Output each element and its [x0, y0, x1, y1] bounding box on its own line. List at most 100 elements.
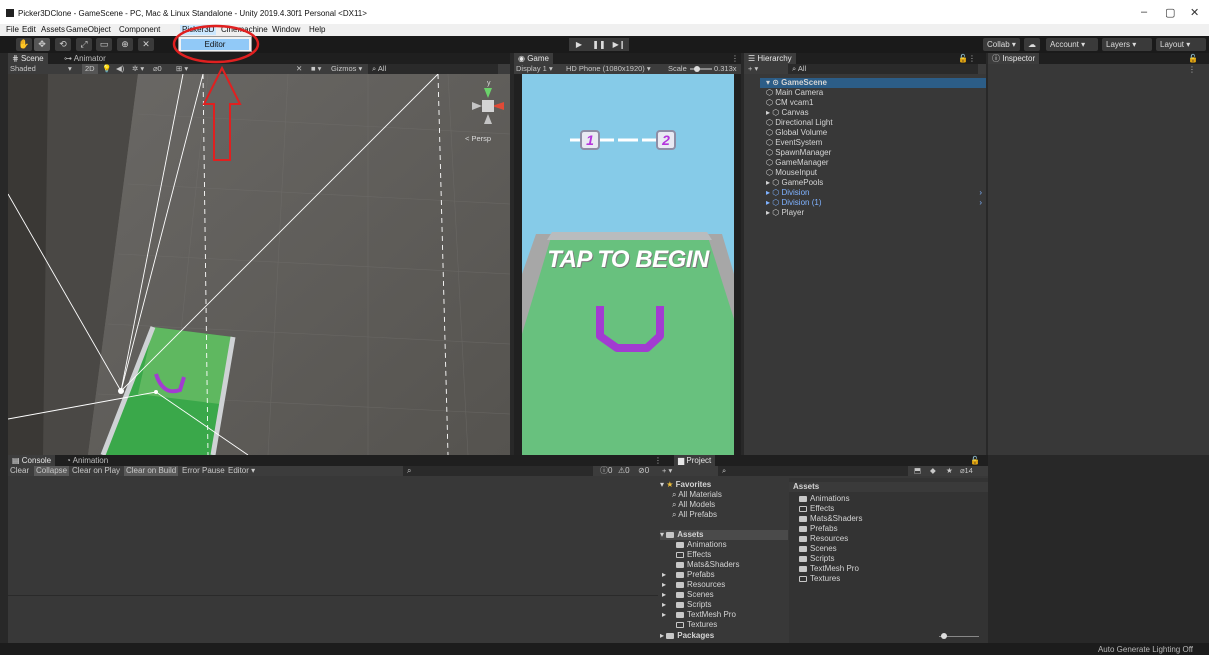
prefab-open-icon[interactable]: ›: [979, 198, 982, 208]
asset-tree-item[interactable]: Effects: [662, 550, 711, 560]
scene-root-gamescene[interactable]: ▾ ⊙ GameScene: [760, 78, 986, 88]
lighting-toggle-icon[interactable]: 💡: [102, 64, 111, 74]
orientation-gizmo-icon[interactable]: [468, 84, 508, 128]
hierarchy-item[interactable]: ⬡ EventSystem: [760, 138, 986, 148]
info-count[interactable]: ⓘ0: [598, 466, 614, 476]
gizmos-dropdown[interactable]: Gizmos ▾: [331, 64, 362, 74]
cloud-button[interactable]: ☁: [1024, 38, 1040, 51]
hand-tool-icon[interactable]: ✋: [16, 38, 32, 51]
error-pause-button[interactable]: Error Pause: [180, 466, 227, 476]
camera-icon[interactable]: ■ ▾: [311, 64, 321, 74]
rect-tool-icon[interactable]: ▭: [96, 38, 112, 51]
scene-viewport[interactable]: y < Persp: [8, 74, 510, 455]
hierarchy-item[interactable]: ⬡ Directional Light: [760, 118, 986, 128]
expand-arrow-icon[interactable]: ▸: [662, 580, 676, 590]
console-search-input[interactable]: ⌕: [403, 466, 593, 476]
tab-animation[interactable]: ◔ Animation: [62, 455, 112, 466]
project-create-button[interactable]: + ▾: [662, 466, 672, 476]
effects-toggle-icon[interactable]: ✲ ▾: [132, 64, 144, 74]
asset-tree-item[interactable]: Animations: [662, 540, 727, 550]
assets-header[interactable]: ▾ Assets: [660, 530, 788, 540]
menu-window[interactable]: Window: [270, 25, 302, 35]
pause-button[interactable]: ❚❚: [589, 38, 609, 51]
content-item[interactable]: Resources: [799, 534, 848, 544]
menu-component[interactable]: Component: [117, 25, 162, 35]
shading-mode-dropdown[interactable]: Shaded: [10, 64, 36, 74]
move-tool-icon[interactable]: ✥: [34, 38, 50, 51]
warning-count[interactable]: ⚠0: [616, 466, 632, 476]
custom-tool-icon[interactable]: ✕: [138, 38, 154, 51]
favorites-header[interactable]: ▾ ★ Favorites: [660, 480, 788, 490]
prefab-open-icon[interactable]: ›: [979, 188, 982, 198]
menu-help[interactable]: Help: [307, 25, 327, 35]
audio-toggle-icon[interactable]: ◀): [116, 64, 124, 74]
layers-dropdown[interactable]: Layers ▾: [1102, 38, 1152, 51]
content-item[interactable]: Scenes: [799, 544, 837, 554]
tab-hierarchy[interactable]: ☰ Hierarchy: [744, 53, 796, 64]
tab-project[interactable]: ▆ Project: [674, 455, 716, 466]
clear-on-play-button[interactable]: Clear on Play: [70, 466, 122, 476]
asset-tree-item[interactable]: ▸ Scripts: [662, 600, 711, 610]
project-menu-icon[interactable]: ⋮: [650, 455, 666, 466]
error-count[interactable]: ⊘0: [636, 466, 651, 476]
content-item[interactable]: Animations: [799, 494, 850, 504]
hierarchy-item[interactable]: ⬡ MouseInput: [760, 168, 986, 178]
resolution-dropdown[interactable]: HD Phone (1080x1920) ▾: [566, 64, 651, 74]
filter-label-icon[interactable]: ◆: [930, 466, 936, 476]
hierarchy-item[interactable]: ▸ ⬡ Division (1) ›: [760, 198, 986, 208]
filter-type-icon[interactable]: ⬒: [914, 466, 921, 476]
scale-tool-icon[interactable]: ⤢: [76, 38, 92, 51]
tab-game[interactable]: ◉ Game: [514, 53, 553, 64]
create-button[interactable]: + ▾: [748, 64, 758, 74]
content-breadcrumb[interactable]: Assets: [789, 482, 988, 492]
hierarchy-item[interactable]: ▸ ⬡ Division ›: [760, 188, 986, 198]
hierarchy-item[interactable]: ▸ ⬡ GamePools: [760, 178, 986, 188]
collapse-button[interactable]: Collapse: [34, 466, 70, 476]
content-item[interactable]: Scripts: [799, 554, 834, 564]
expand-arrow-icon[interactable]: ▸: [662, 590, 676, 600]
lock-icon[interactable]: 🔓⋮: [954, 53, 980, 64]
hierarchy-item[interactable]: ▸ ⬡ Player: [760, 208, 986, 218]
content-item[interactable]: Mats&Shaders: [799, 514, 862, 524]
scene-search-input[interactable]: ⌕ All: [368, 64, 498, 74]
menu-file[interactable]: File: [4, 25, 21, 35]
project-lock-icon[interactable]: 🔓⋮: [966, 455, 988, 476]
grid-toggle-icon[interactable]: ⊞ ▾: [176, 64, 188, 74]
hierarchy-item[interactable]: ⬡ CM vcam1: [760, 98, 986, 108]
expand-arrow-icon[interactable]: ▸: [662, 600, 676, 610]
tab-scene[interactable]: ⋕ Scene: [8, 53, 48, 64]
account-dropdown[interactable]: Account ▾: [1046, 38, 1098, 51]
project-search-input[interactable]: ⌕: [718, 466, 908, 476]
layout-dropdown[interactable]: Layout ▾: [1156, 38, 1206, 51]
asset-tree-item[interactable]: ▸ TextMesh Pro: [662, 610, 736, 620]
2d-toggle[interactable]: 2D: [82, 64, 98, 74]
scale-slider-handle[interactable]: [694, 66, 700, 72]
content-item[interactable]: Textures: [799, 574, 840, 584]
collab-dropdown[interactable]: Collab ▾: [983, 38, 1020, 51]
hidden-packages-icon[interactable]: ⌀14: [960, 466, 973, 476]
game-viewport[interactable]: 1 2 TAP TO BEGIN: [522, 74, 734, 455]
asset-tree-item[interactable]: Mats&Shaders: [662, 560, 739, 570]
minimize-button[interactable]: –: [1141, 6, 1147, 18]
inspector-lock-icon[interactable]: 🔓⋮: [1184, 53, 1209, 74]
packages-header[interactable]: ▸ Packages: [660, 631, 788, 641]
asset-tree-item[interactable]: ▸ Scenes: [662, 590, 714, 600]
hidden-objects-icon[interactable]: ⌀0: [153, 64, 162, 74]
menu-option-editor[interactable]: Editor: [181, 39, 249, 50]
menu-picker3d[interactable]: Picker3D: [180, 25, 217, 35]
hierarchy-item[interactable]: ⬡ SpawnManager: [760, 148, 986, 158]
persp-label[interactable]: < Persp: [465, 134, 491, 143]
display-dropdown[interactable]: Display 1 ▾: [516, 64, 553, 74]
menu-edit[interactable]: Edit: [20, 25, 38, 35]
hierarchy-search-input[interactable]: ⌕ All: [788, 64, 978, 74]
close-button[interactable]: ✕: [1190, 6, 1199, 19]
tab-console[interactable]: ▤ Console: [8, 455, 56, 466]
hierarchy-item[interactable]: ⬡ Global Volume: [760, 128, 986, 138]
content-item[interactable]: Effects: [799, 504, 834, 514]
asset-tree-item[interactable]: ▸ Resources: [662, 580, 725, 590]
editor-dropdown[interactable]: Editor ▾: [226, 466, 257, 476]
hierarchy-item[interactable]: ⬡ GameManager: [760, 158, 986, 168]
favorite-item[interactable]: ⌕ All Models: [672, 500, 715, 510]
step-button[interactable]: ▶❙: [609, 38, 629, 51]
rotate-tool-icon[interactable]: ⟲: [55, 38, 71, 51]
